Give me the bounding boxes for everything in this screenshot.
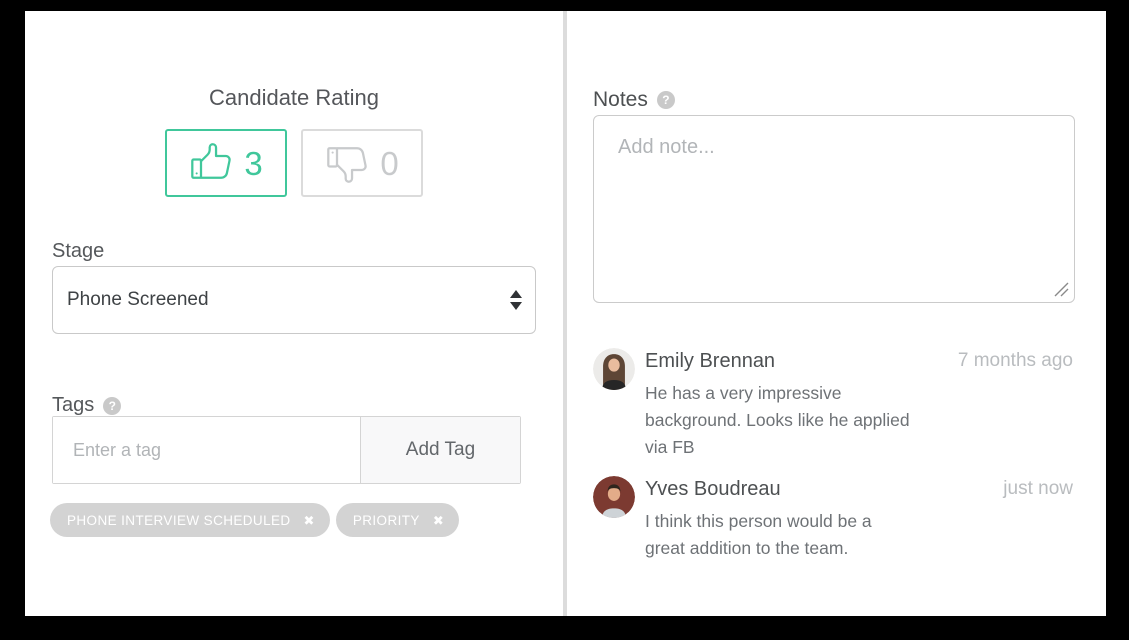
tag-pill: PHONE INTERVIEW SCHEDULED ✖ [50,503,330,537]
comment: Emily Brennan 7 months ago He has a very… [593,348,1073,461]
select-arrows-icon [510,290,522,310]
tags-help-icon[interactable]: ? [103,397,121,415]
thumbs-up-icon [189,143,233,183]
stage-selected-value: Phone Screened [67,289,209,311]
comment-text-line: via FB [645,434,1073,461]
thumbs-up-button[interactable]: 3 [165,129,287,197]
comment-text-line: I think this person would be a [645,508,1073,535]
comment-time: 7 months ago [958,350,1073,372]
tag-remove-icon[interactable]: ✖ [304,514,315,527]
stage-select[interactable]: Phone Screened [52,266,536,334]
tag-input-row: Add Tag [52,416,521,484]
rating-buttons: 3 0 [25,129,563,197]
tags-label-text: Tags [52,394,94,417]
note-input-wrap [593,115,1075,303]
comment-text-line: great addition to the team. [645,535,1073,562]
notes-label: Notes ? [593,88,675,112]
thumbs-down-count: 0 [380,147,398,180]
notes-help-icon[interactable]: ? [657,91,675,109]
tag-pill: PRIORITY ✖ [336,503,459,537]
thumbs-up-count: 3 [244,147,262,180]
notes-panel: Notes ? Emily Brennan 7 months ago He ha… [567,11,1106,616]
comment: Yves Boudreau just now I think this pers… [593,476,1073,562]
comment-text-line: background. Looks like he applied [645,407,1073,434]
candidate-panel: Candidate Rating 3 0 Stage Phone Screene… [25,11,563,616]
tags-label: Tags ? [52,394,121,417]
comment-text-line: He has a very impressive [645,380,1073,407]
avatar [593,348,635,390]
thumbs-down-icon [325,143,369,183]
tag-pills: PHONE INTERVIEW SCHEDULED ✖ PRIORITY ✖ [50,503,459,537]
add-tag-button[interactable]: Add Tag [361,417,520,483]
avatar [593,476,635,518]
comment-body: He has a very impressive background. Loo… [645,380,1073,461]
comment-body: I think this person would be a great add… [645,508,1073,562]
stage-label: Stage [52,240,104,263]
tag-pill-label: PRIORITY [353,513,420,528]
note-textarea[interactable] [593,115,1075,303]
notes-label-text: Notes [593,88,648,112]
tag-remove-icon[interactable]: ✖ [433,514,444,527]
tag-pill-label: PHONE INTERVIEW SCHEDULED [67,513,291,528]
resize-handle-icon[interactable] [1054,282,1069,297]
comment-time: just now [1003,478,1073,500]
thumbs-down-button[interactable]: 0 [301,129,423,197]
candidate-rating-title: Candidate Rating [25,85,563,111]
tag-input[interactable] [53,417,360,483]
